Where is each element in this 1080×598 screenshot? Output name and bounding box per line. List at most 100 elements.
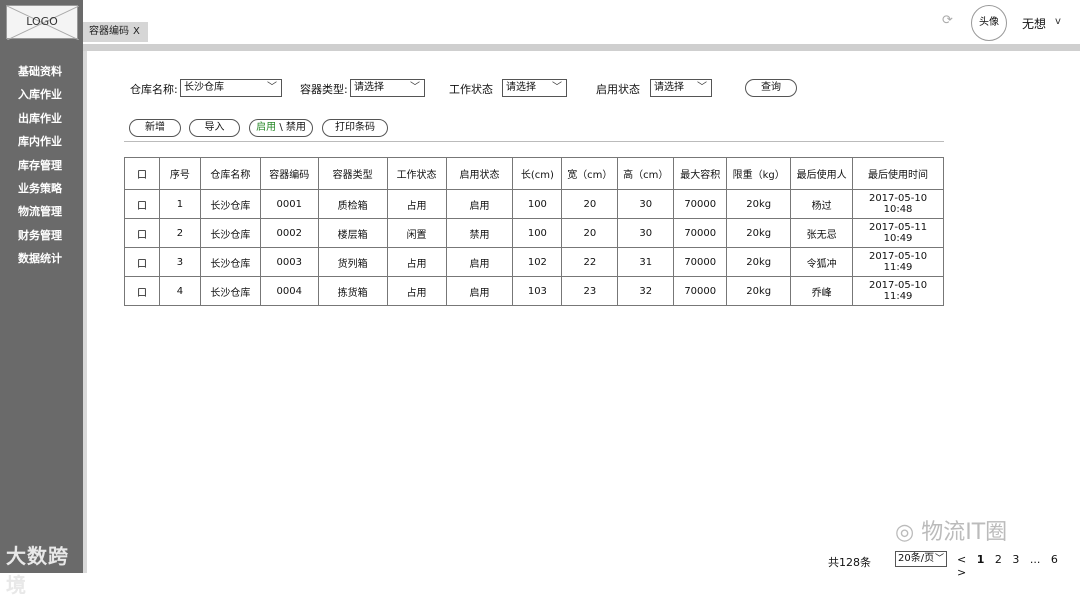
logo[interactable]: LOGO [6, 5, 79, 40]
logo-text: LOGO [26, 15, 58, 28]
table-cell: 2 [158, 218, 201, 248]
table-cell: 103 [512, 276, 563, 306]
sidebar-item-in-warehouse[interactable]: 库内作业 [0, 130, 83, 153]
table-cell: 长沙仓库 [199, 189, 261, 219]
chevron-down-icon: ﹀ [552, 82, 562, 93]
username[interactable]: 无想 [1022, 15, 1046, 32]
refresh-icon[interactable]: ⟳ [942, 14, 956, 28]
sidebar-item-basic-data[interactable]: 基础资料 [0, 60, 83, 83]
sidebar-item-logistics[interactable]: 物流管理 [0, 200, 83, 223]
table-header-row: 口 序号 仓库名称 容器编码 容器类型 工作状态 启用状态 长(cm) 宽（cm… [124, 157, 944, 190]
row-checkbox[interactable]: 口 [124, 189, 160, 219]
sidebar-nav: 基础资料 入库作业 出库作业 库内作业 库存管理 业务策略 物流管理 财务管理 … [0, 60, 83, 271]
row-checkbox[interactable]: 口 [124, 218, 160, 248]
select-all-checkbox[interactable]: 口 [124, 157, 160, 190]
table-cell: 20kg [726, 276, 792, 306]
table-cell: 令狐冲 [790, 247, 854, 277]
table-cell: 2017-05-10 11:49 [852, 247, 944, 277]
table-cell: 0002 [259, 218, 319, 248]
tab-close-icon[interactable]: X [133, 26, 140, 37]
table-cell: 0001 [259, 189, 319, 219]
wechat-watermark: ◎ 物流IT圈 [895, 514, 1007, 546]
tab-label: 容器编码 [89, 26, 129, 37]
sidebar-item-outbound[interactable]: 出库作业 [0, 107, 83, 130]
table-cell: 杨过 [790, 189, 854, 219]
table-cell: 31 [617, 247, 675, 277]
header-divider [83, 44, 1080, 51]
table-cell: 4 [158, 276, 201, 306]
table-cell: 100 [512, 218, 563, 248]
work-status-select-value: 请选择 [506, 82, 536, 93]
enable-status-select[interactable]: 请选择 ﹀ [650, 79, 712, 97]
table-row[interactable]: 口 1 长沙仓库 0001 质检箱 占用 启用 100 20 30 70000 … [124, 189, 944, 219]
pagination: < 1 2 3 ... 6 > [957, 553, 1080, 579]
table-cell: 启用 [445, 276, 514, 306]
watermark-brand-text: 物流IT圈 [921, 520, 1008, 545]
row-checkbox[interactable]: 口 [124, 276, 160, 306]
print-barcode-button[interactable]: 打印条码 [322, 119, 388, 137]
warehouse-select[interactable]: 长沙仓库 ﹀ [180, 79, 282, 97]
prev-page-button[interactable]: < [957, 553, 966, 566]
table-row[interactable]: 口 3 长沙仓库 0003 货列箱 占用 启用 102 22 31 70000 … [124, 247, 944, 277]
table-cell: 0003 [259, 247, 319, 277]
tab-container-code[interactable]: 容器编码 X [83, 22, 148, 42]
warehouse-select-value: 长沙仓库 [184, 82, 224, 93]
page-size-value: 20条/页 [898, 553, 935, 564]
table-cell: 100 [512, 189, 563, 219]
toggle-separator: \ [279, 122, 283, 133]
page-button-2[interactable]: 2 [995, 553, 1002, 566]
container-table: 口 序号 仓库名称 容器编码 容器类型 工作状态 启用状态 长(cm) 宽（cm… [124, 157, 944, 306]
column-header: 最大容积 [673, 157, 728, 190]
enable-option[interactable]: 启用 [256, 122, 276, 133]
table-cell: 30 [617, 218, 675, 248]
column-header: 长(cm) [512, 157, 563, 190]
chevron-down-icon: ﹀ [410, 82, 420, 93]
table-row[interactable]: 口 4 长沙仓库 0004 拣货箱 占用 启用 103 23 32 70000 … [124, 276, 944, 306]
chevron-down-icon: ﹀ [934, 554, 944, 564]
column-header: 最后使用时间 [852, 157, 944, 190]
table-cell: 质检箱 [317, 189, 388, 219]
query-button[interactable]: 查询 [745, 79, 797, 97]
container-type-select-value: 请选择 [354, 82, 384, 93]
page-button-1[interactable]: 1 [977, 553, 985, 566]
sidebar-item-inventory[interactable]: 库存管理 [0, 154, 83, 177]
page-size-select[interactable]: 20条/页 ﹀ [895, 551, 947, 567]
sidebar-item-statistics[interactable]: 数据统计 [0, 247, 83, 270]
chevron-down-icon[interactable]: v [1055, 16, 1061, 27]
table-cell: 32 [617, 276, 675, 306]
container-type-select[interactable]: 请选择 ﹀ [350, 79, 425, 97]
sidebar-item-finance[interactable]: 财务管理 [0, 224, 83, 247]
table-cell: 货列箱 [317, 247, 388, 277]
table-cell: 70000 [673, 276, 728, 306]
enable-disable-toggle[interactable]: 启用 \ 禁用 [249, 119, 313, 137]
table-cell: 20kg [726, 218, 792, 248]
table-row[interactable]: 口 2 长沙仓库 0002 楼层箱 闲置 禁用 100 20 30 70000 … [124, 218, 944, 248]
work-status-select[interactable]: 请选择 ﹀ [502, 79, 567, 97]
table-cell: 102 [512, 247, 563, 277]
table-cell: 20kg [726, 247, 792, 277]
table-cell: 闲置 [386, 218, 447, 248]
column-header: 宽（cm） [561, 157, 619, 190]
watermark-text: 大数跨境 [6, 544, 69, 597]
table-cell: 张无忌 [790, 218, 854, 248]
table-cell: 拣货箱 [317, 276, 388, 306]
column-header: 工作状态 [386, 157, 447, 190]
table-cell: 长沙仓库 [199, 247, 261, 277]
column-header: 限重（kg） [726, 157, 792, 190]
sidebar-item-inbound[interactable]: 入库作业 [0, 83, 83, 106]
page-button-3[interactable]: 3 [1012, 553, 1019, 566]
column-header: 容器编码 [259, 157, 319, 190]
avatar[interactable]: 头像 [971, 5, 1007, 41]
import-button[interactable]: 导入 [189, 119, 240, 137]
warehouse-label: 仓库名称: [130, 83, 178, 96]
table-cell: 70000 [673, 247, 728, 277]
chevron-down-icon: ﹀ [267, 82, 277, 93]
row-checkbox[interactable]: 口 [124, 247, 160, 277]
wechat-icon: ◎ [895, 520, 915, 545]
page-button-6[interactable]: 6 [1051, 553, 1058, 566]
sidebar-item-strategy[interactable]: 业务策略 [0, 177, 83, 200]
disable-option[interactable]: 禁用 [286, 122, 306, 133]
add-button[interactable]: 新增 [129, 119, 181, 137]
enable-status-label: 启用状态 [596, 83, 640, 96]
work-status-label: 工作状态 [449, 83, 493, 96]
